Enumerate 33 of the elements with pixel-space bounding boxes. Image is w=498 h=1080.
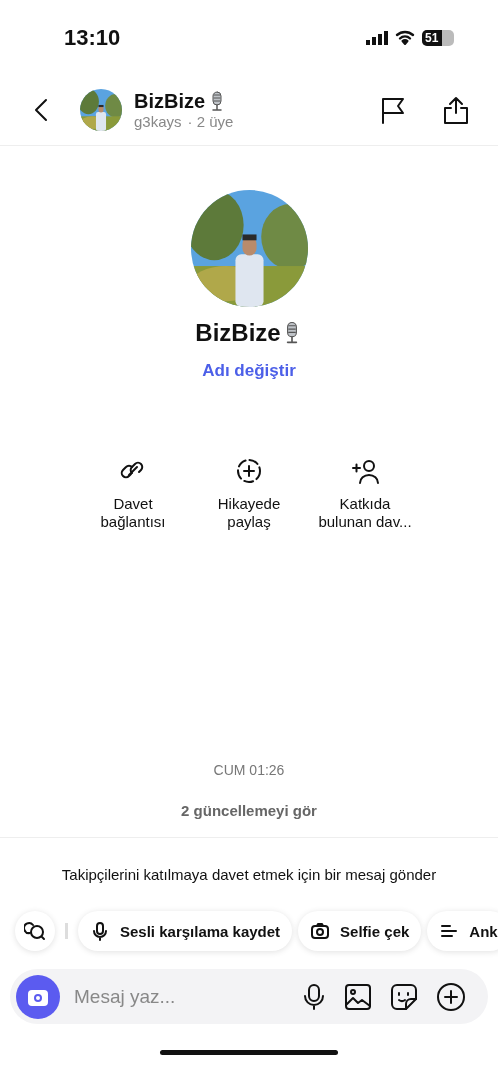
chat-bubbles-icon <box>24 921 46 941</box>
story-icon <box>235 457 263 485</box>
chat-title: BizBize <box>134 90 206 113</box>
microphone-icon <box>302 982 326 1011</box>
add-icon <box>436 981 466 1012</box>
camera-button[interactable] <box>16 974 60 1019</box>
status-time: 13:10 <box>64 24 121 51</box>
wifi-icon <box>395 30 415 45</box>
chat-bubbles-button[interactable] <box>15 911 55 951</box>
flag-icon <box>380 96 406 124</box>
action-button[interactable]: Katkıda bulunan dav... <box>317 457 413 531</box>
battery-icon: 51 <box>422 29 454 46</box>
message-input[interactable]: Mesaj yaz... <box>72 984 302 1009</box>
username: g3kays <box>134 113 182 130</box>
suggestion-chip[interactable]: Ank <box>427 911 498 951</box>
suggestion-chip[interactable]: Selfie çek <box>298 911 422 951</box>
contributor-icon <box>351 457 379 485</box>
back-icon <box>34 98 48 122</box>
microphone-icon <box>90 921 110 941</box>
rename-link[interactable]: Adı değiştir <box>202 361 296 381</box>
camera-icon <box>310 921 331 941</box>
share-icon <box>442 95 470 125</box>
group-name: BizBize <box>195 319 281 347</box>
suggestion-chip[interactable]: Sesli karşılama kaydet <box>78 911 293 951</box>
member-count: · 2 üye <box>187 113 234 130</box>
action-button[interactable]: Hikayede paylaş <box>201 457 297 531</box>
signal-icon <box>366 30 388 45</box>
action-button[interactable]: Davet bağlantısı <box>85 457 181 531</box>
timestamp: CUM 01:26 <box>212 762 286 778</box>
sticker-icon <box>390 982 418 1011</box>
invite-prompt: Takipçilerini katılmaya davet etmek için bir mesaj gönder <box>61 866 437 883</box>
updates-link[interactable]: 2 güncellemeyi gör <box>181 802 317 819</box>
image-icon <box>344 982 372 1011</box>
